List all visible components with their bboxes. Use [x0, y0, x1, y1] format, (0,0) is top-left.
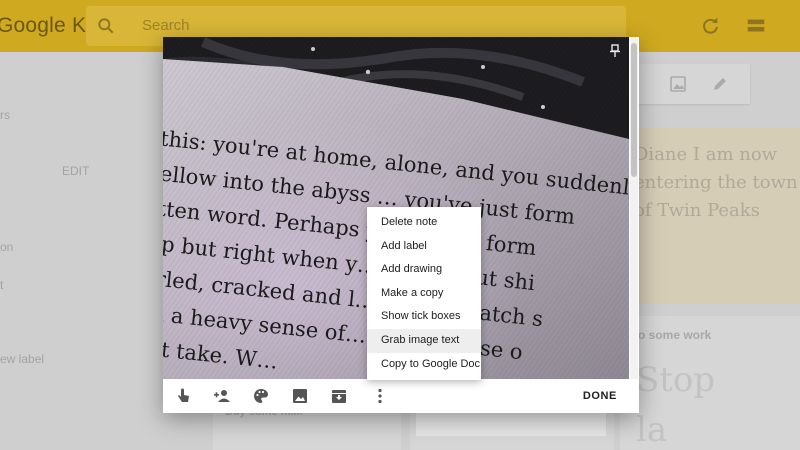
more-icon[interactable]	[371, 387, 389, 405]
take-note-toolbar	[628, 64, 750, 104]
menu-item-show-tick-boxes[interactable]: Show tick boxes	[367, 305, 481, 329]
scrollbar-thumb[interactable]	[631, 43, 637, 177]
refresh-icon[interactable]	[699, 15, 721, 37]
more-options-menu: Delete note Add label Add drawing Make a…	[367, 207, 481, 381]
image-icon[interactable]	[670, 76, 686, 92]
collaborator-icon[interactable]	[213, 387, 231, 405]
note-line: Diane I am now	[634, 144, 778, 165]
image-icon[interactable]	[291, 387, 309, 405]
done-button[interactable]: DONE	[583, 390, 617, 402]
note-toolbar: DONE	[163, 379, 639, 413]
menu-item-add-label[interactable]: Add label	[367, 235, 481, 259]
archive-icon[interactable]	[330, 387, 348, 405]
note-line: la	[636, 410, 668, 450]
note-card-twin-peaks[interactable]: Diane I am now entering the town of Twin…	[620, 128, 800, 304]
note-title: o some work	[638, 328, 712, 342]
menu-item-add-drawing[interactable]: Add drawing	[367, 258, 481, 282]
reminder-icon[interactable]	[175, 387, 193, 405]
menu-item-delete-note[interactable]: Delete note	[367, 211, 481, 235]
sidebar-item-label[interactable]: t	[0, 278, 3, 292]
pin-icon[interactable]	[608, 44, 622, 58]
search-icon[interactable]	[96, 16, 116, 36]
note-line: Stop	[636, 360, 716, 400]
scrollbar[interactable]	[630, 37, 638, 379]
sidebar-item-reminders[interactable]: rs	[0, 108, 10, 122]
note-line: entering the town	[634, 172, 798, 193]
list-view-icon[interactable]	[745, 15, 767, 37]
menu-item-make-copy[interactable]: Make a copy	[367, 282, 481, 306]
pencil-icon[interactable]	[712, 76, 728, 92]
menu-item-grab-image-text[interactable]: Grab image text	[367, 328, 481, 353]
note-line: of Twin Peaks	[634, 200, 760, 221]
sidebar-item-new-label[interactable]: ew label	[0, 352, 44, 366]
palette-icon[interactable]	[252, 387, 270, 405]
edit-labels-link[interactable]: EDIT	[62, 164, 89, 178]
note-card-do-some-work[interactable]: o some work Stop la	[620, 316, 800, 450]
menu-item-copy-to-google-doc[interactable]: Copy to Google Doc	[367, 353, 481, 377]
sidebar-item-label[interactable]: on	[0, 240, 13, 254]
search-placeholder[interactable]: Search	[142, 17, 190, 34]
